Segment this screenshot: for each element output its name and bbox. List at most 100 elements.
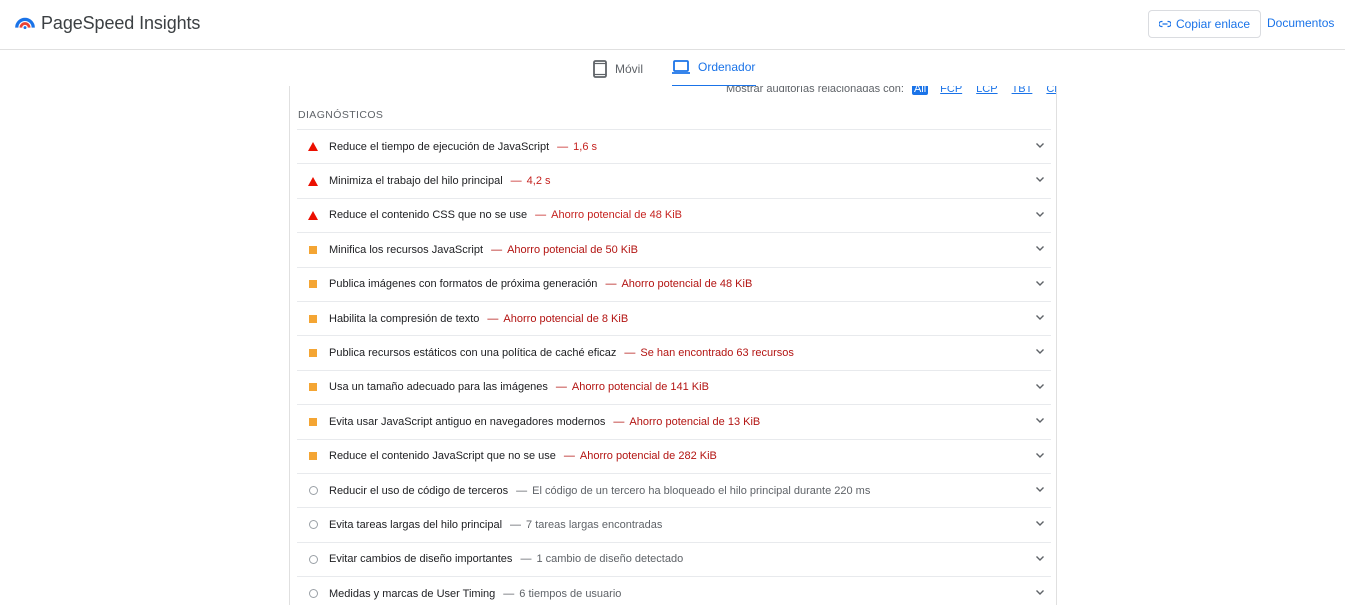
audit-separator: — bbox=[624, 347, 636, 360]
chevron-down-icon[interactable] bbox=[1035, 452, 1045, 459]
chevron-down-icon[interactable] bbox=[1035, 142, 1045, 149]
audit-filter-label: Mostrar auditorías relacionadas con: bbox=[726, 86, 904, 95]
average-square-icon bbox=[309, 452, 317, 461]
audit-separator: — bbox=[491, 243, 503, 256]
average-square-icon bbox=[309, 383, 317, 392]
filter-chip-fcp[interactable]: FCP bbox=[938, 86, 964, 95]
audit-title: Minifica los recursos JavaScript bbox=[329, 243, 484, 256]
audit-row[interactable]: Minifica los recursos JavaScript — Ahorro … bbox=[297, 232, 1051, 266]
diagnostics-title: DIAGNÓSTICOS bbox=[298, 109, 384, 121]
chevron-down-icon[interactable] bbox=[1035, 211, 1045, 218]
brand[interactable]: PageSpeed Insights bbox=[14, 12, 200, 34]
audit-detail: Ahorro potencial de 48 KiB bbox=[621, 278, 753, 291]
fail-triangle-icon bbox=[308, 210, 318, 220]
device-tabs: Móvil Ordenador bbox=[0, 50, 1345, 88]
audit-detail: 4,2 s bbox=[526, 175, 551, 188]
audit-title: Minimiza el trabajo del hilo principal bbox=[329, 175, 503, 188]
chevron-down-icon[interactable] bbox=[1035, 555, 1045, 562]
audit-title: Evita tareas largas del hilo principal bbox=[329, 518, 503, 531]
audit-detail: Ahorro potencial de 48 KiB bbox=[551, 209, 683, 222]
audit-filter: Mostrar auditorías relacionadas con: All… bbox=[726, 86, 1056, 98]
audit-detail: 7 tareas largas encontradas bbox=[526, 518, 663, 531]
audit-separator: — bbox=[535, 209, 547, 222]
chevron-down-icon[interactable] bbox=[1035, 176, 1045, 183]
audit-row[interactable]: Habilita la compresión de texto — Ahorro p… bbox=[297, 300, 1051, 335]
audit-detail: 1 cambio de diseño detectado bbox=[536, 553, 684, 566]
chevron-down-icon[interactable] bbox=[1035, 417, 1045, 424]
report-panel: Mostrar auditorías relacionadas con: All… bbox=[289, 86, 1057, 605]
audit-separator: — bbox=[605, 278, 617, 291]
chevron-down-icon[interactable] bbox=[1035, 314, 1045, 321]
copy-link-button[interactable]: Copiar enlace bbox=[1148, 10, 1261, 38]
average-square-icon bbox=[309, 280, 317, 289]
info-circle-icon bbox=[309, 520, 318, 530]
audit-title: Evita usar JavaScript antiguo en navegad… bbox=[329, 415, 606, 428]
audit-row[interactable]: Usa un tamaño adecuado para las imágenes… bbox=[297, 369, 1051, 404]
audit-detail: Ahorro potencial de 282 KiB bbox=[579, 450, 717, 463]
audit-row[interactable]: Evita usar JavaScript antiguo en navegad… bbox=[297, 404, 1051, 438]
laptop-icon bbox=[672, 60, 690, 74]
filter-chip-all[interactable]: All bbox=[911, 86, 929, 95]
filter-chip-cls[interactable]: CLS bbox=[1044, 86, 1056, 95]
audit-separator: — bbox=[510, 175, 522, 188]
copy-link-label: Copiar enlace bbox=[1175, 17, 1251, 31]
audit-separator: — bbox=[520, 553, 532, 566]
filter-chip-lcp[interactable]: LCP bbox=[974, 86, 999, 95]
filter-chip-tbt[interactable]: TBT bbox=[1010, 86, 1035, 95]
app-name: PageSpeed Insights bbox=[41, 12, 201, 33]
audit-title: Medidas y marcas de User Timing bbox=[329, 587, 496, 600]
audit-separator: — bbox=[503, 587, 515, 600]
audit-row[interactable]: Evitar cambios de diseño importantes — 1 c… bbox=[297, 541, 1051, 576]
chevron-down-icon[interactable] bbox=[1035, 348, 1045, 355]
audit-row[interactable]: Reduce el contenido CSS que no se use — Ah… bbox=[297, 197, 1051, 232]
audit-separator: — bbox=[557, 140, 569, 153]
chevron-down-icon[interactable] bbox=[1035, 589, 1045, 596]
audit-title: Evitar cambios de diseño importantes bbox=[329, 553, 513, 566]
chevron-down-icon[interactable] bbox=[1035, 245, 1045, 252]
audit-detail: Ahorro potencial de 141 KiB bbox=[571, 381, 709, 394]
audit-separator: — bbox=[563, 450, 575, 463]
audit-row[interactable]: Medidas y marcas de User Timing — 6 tiempo… bbox=[297, 576, 1051, 605]
info-circle-icon bbox=[309, 589, 318, 599]
link-icon bbox=[1158, 20, 1171, 28]
audit-row[interactable]: Reduce el tiempo de ejecución de JavaScr… bbox=[297, 129, 1051, 163]
audit-detail: Ahorro potencial de 13 KiB bbox=[629, 415, 761, 428]
chevron-down-icon[interactable] bbox=[1035, 383, 1045, 390]
chevron-down-icon[interactable] bbox=[1035, 486, 1045, 493]
audit-separator: — bbox=[487, 312, 499, 325]
audit-detail: Ahorro potencial de 50 KiB bbox=[507, 243, 638, 256]
tab-mobile-label: Móvil bbox=[615, 62, 644, 76]
audit-row[interactable]: Minimiza el trabajo del hilo principal — 4… bbox=[297, 163, 1051, 197]
audit-title: Reducir el uso de código de terceros bbox=[329, 484, 509, 497]
average-square-icon bbox=[309, 245, 317, 254]
audit-title: Reduce el contenido JavaScript que no se… bbox=[329, 450, 556, 463]
audit-title: Publica recursos estáticos con una polít… bbox=[329, 347, 617, 360]
audit-row[interactable]: Evita tareas largas del hilo principal — 7… bbox=[297, 507, 1051, 541]
audit-row[interactable]: Reduce el contenido JavaScript que no se… bbox=[297, 438, 1051, 473]
audit-separator: — bbox=[613, 415, 625, 428]
smartphone-icon bbox=[593, 60, 607, 78]
info-circle-icon bbox=[309, 486, 318, 496]
tab-desktop[interactable]: Ordenador bbox=[672, 60, 755, 74]
audit-row[interactable]: Publica imágenes con formatos de próxima… bbox=[297, 266, 1051, 301]
docs-link[interactable]: Documentos bbox=[1267, 16, 1334, 30]
tab-mobile[interactable]: Móvil bbox=[593, 60, 643, 78]
average-square-icon bbox=[309, 349, 317, 358]
audit-title: Reduce el contenido CSS que no se use bbox=[329, 209, 528, 222]
fail-triangle-icon bbox=[308, 176, 318, 186]
chevron-down-icon[interactable] bbox=[1035, 280, 1045, 287]
info-circle-icon bbox=[309, 554, 318, 564]
pagespeed-logo-icon bbox=[15, 17, 35, 30]
audit-separator: — bbox=[510, 518, 522, 531]
audit-row[interactable]: Publica recursos estáticos con una polít… bbox=[297, 335, 1051, 369]
average-square-icon bbox=[309, 417, 317, 426]
audit-detail: 1,6 s bbox=[573, 140, 597, 153]
audit-title: Reduce el tiempo de ejecución de JavaScr… bbox=[329, 140, 550, 153]
audit-row[interactable]: Reducir el uso de código de terceros — El … bbox=[297, 472, 1051, 507]
diagnostics-list: Reduce el tiempo de ejecución de JavaScr… bbox=[297, 129, 1051, 605]
audit-separator: — bbox=[555, 381, 567, 394]
average-square-icon bbox=[309, 314, 317, 323]
audit-detail: Ahorro potencial de 8 KiB bbox=[503, 312, 629, 325]
audit-detail: El código de un tercero ha bloqueado el … bbox=[532, 484, 871, 497]
chevron-down-icon[interactable] bbox=[1035, 520, 1045, 527]
